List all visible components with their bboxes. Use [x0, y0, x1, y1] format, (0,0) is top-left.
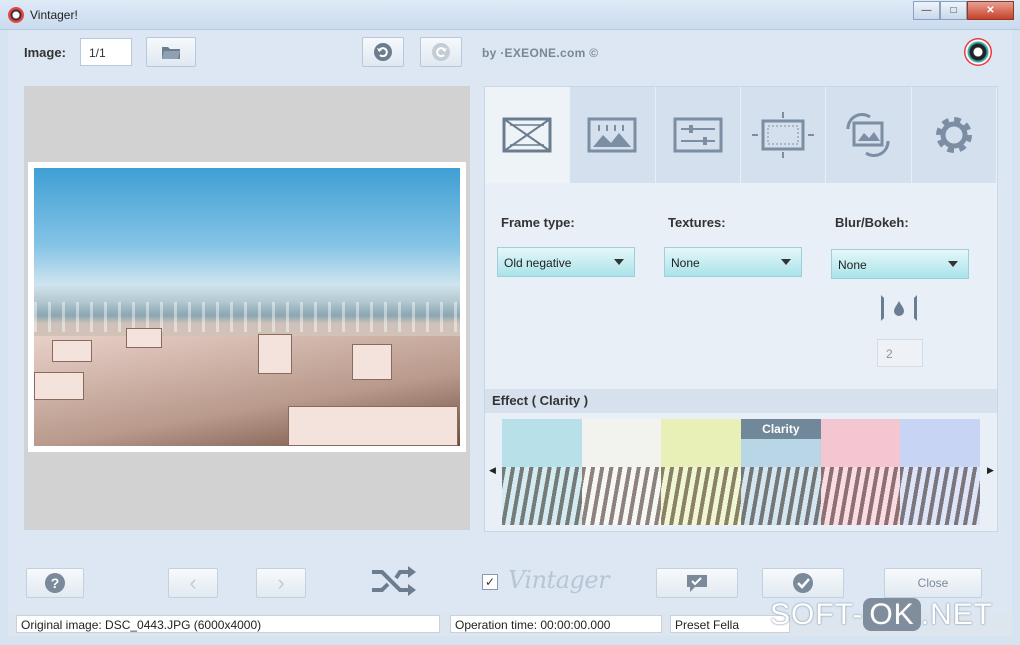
photo-table	[258, 334, 292, 374]
vintager-checkbox[interactable]: ✓	[482, 574, 498, 590]
watermark-right: .NET	[920, 598, 994, 631]
window-title: Vintager!	[30, 8, 78, 22]
app-logo-icon	[964, 38, 992, 66]
photo-table	[34, 372, 84, 400]
close-window-button[interactable]: ✕	[967, 1, 1014, 20]
photo-table	[352, 344, 392, 380]
chevron-down-icon	[948, 261, 958, 267]
photo-table	[52, 340, 92, 362]
effect-thumbnail[interactable]	[900, 419, 981, 525]
blur-label: Blur/Bokeh:	[835, 215, 909, 230]
image-preview	[24, 86, 470, 530]
thumbnail-ground	[900, 467, 981, 525]
app-icon	[8, 7, 24, 23]
photo-table	[288, 406, 458, 446]
help-icon: ?	[45, 573, 65, 593]
textures-value: None	[671, 256, 700, 270]
help-button[interactable]: ?	[26, 568, 84, 598]
watermark-ok: OK	[863, 598, 921, 631]
frame-envelope-icon	[502, 117, 552, 153]
tab-crop[interactable]	[740, 87, 827, 183]
thumbnail-label: Clarity	[741, 419, 821, 439]
effect-thumbnail[interactable]	[661, 419, 742, 525]
shuffle-icon[interactable]	[370, 564, 418, 598]
thumbnail-sky	[502, 419, 582, 467]
preview-photo	[28, 162, 466, 452]
effect-header: Effect ( Clarity )	[485, 389, 997, 413]
thumbnail-sky	[900, 419, 981, 467]
rotate-image-icon	[846, 113, 890, 157]
thumbnail-ground	[502, 467, 582, 525]
frame-type-dropdown[interactable]: Old negative	[497, 247, 635, 277]
textures-label: Textures:	[668, 215, 726, 230]
frame-type-value: Old negative	[504, 256, 572, 270]
thumbnail-sky	[581, 419, 662, 467]
settings-panel: Frame type: Old negative Textures: None …	[484, 86, 998, 532]
effect-thumbnail[interactable]	[502, 419, 582, 525]
thumbnail-sky	[661, 419, 742, 467]
tab-bar	[485, 87, 997, 183]
blur-drop-icon	[881, 295, 917, 321]
save-button[interactable]	[762, 568, 844, 598]
thumbnail-ground	[581, 467, 662, 525]
tab-settings[interactable]	[911, 87, 997, 183]
scroll-left-arrow-icon[interactable]: ◀	[489, 465, 496, 476]
gear-icon	[935, 117, 972, 153]
effect-thumbnail-strip: Clarity	[502, 419, 981, 525]
photo-table	[126, 328, 162, 348]
photo-railing	[34, 302, 460, 332]
thumbnail-ground	[661, 467, 742, 525]
redo-icon	[432, 43, 450, 61]
watermark: SOFT- OK .NET	[770, 598, 993, 632]
folder-icon	[162, 47, 180, 59]
image-count-field[interactable]: 1/1	[80, 38, 132, 66]
apply-preview-button[interactable]	[656, 568, 738, 598]
close-button[interactable]: Close	[884, 568, 982, 598]
next-button[interactable]: ›	[256, 568, 306, 598]
undo-button[interactable]	[362, 37, 404, 67]
original-image-status: Original image: DSC_0443.JPG (6000x4000)	[16, 615, 440, 633]
tab-rotate[interactable]	[826, 87, 912, 183]
toolbar: Image: 1/1 by ·EXEONE.com ©	[8, 30, 1012, 74]
title-bar: Vintager! — □ ✕	[0, 0, 1020, 30]
tab-frame[interactable]	[485, 87, 571, 183]
chevron-down-icon	[614, 259, 624, 265]
minimize-button[interactable]: —	[913, 1, 940, 20]
byline: by ·EXEONE.com ©	[482, 46, 599, 60]
open-folder-button[interactable]	[146, 37, 196, 67]
textures-dropdown[interactable]: None	[664, 247, 802, 277]
landscape-frame-icon	[587, 117, 637, 153]
chevron-down-icon	[781, 259, 791, 265]
checkmark-circle-icon	[793, 573, 813, 593]
window-controls: — □ ✕	[913, 1, 1014, 20]
blur-amount-field[interactable]: 2	[877, 339, 923, 367]
previous-button[interactable]: ‹	[168, 568, 218, 598]
sliders-icon	[673, 117, 723, 153]
image-label: Image:	[24, 45, 66, 60]
scroll-right-arrow-icon[interactable]: ▶	[987, 465, 994, 476]
tab-texture[interactable]	[570, 87, 656, 183]
effect-thumbnail[interactable]	[581, 419, 662, 525]
redo-button[interactable]	[420, 37, 462, 67]
vintager-logo: Vintager	[508, 566, 610, 594]
thumbnail-ground	[820, 467, 901, 525]
watermark-left: SOFT-	[770, 598, 864, 631]
blur-dropdown[interactable]: None	[831, 249, 969, 279]
photo-content	[34, 168, 460, 446]
effect-thumbnail[interactable]	[820, 419, 901, 525]
main-client: Image: 1/1 by ·EXEONE.com © Frame type: …	[8, 30, 1012, 636]
maximize-button[interactable]: □	[940, 1, 967, 20]
operation-time-status: Operation time: 00:00:00.000	[450, 615, 662, 633]
svg-text:?: ?	[51, 575, 60, 591]
thumbnail-sky	[820, 419, 901, 467]
thumbnail-ground	[741, 467, 821, 525]
crop-resize-icon	[752, 112, 815, 158]
effect-thumbnail[interactable]: Clarity	[741, 419, 821, 525]
blur-value: None	[838, 258, 867, 272]
tab-adjust[interactable]	[655, 87, 741, 183]
frame-type-label: Frame type:	[501, 215, 575, 230]
chat-check-icon	[687, 575, 707, 592]
undo-icon	[374, 43, 392, 61]
